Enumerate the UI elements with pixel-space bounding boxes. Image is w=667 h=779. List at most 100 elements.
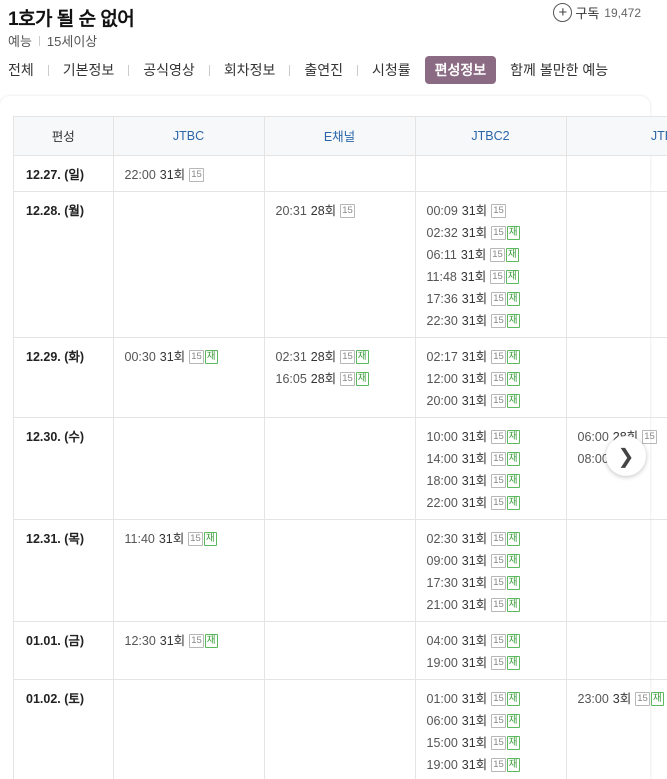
tab-divider <box>128 64 130 76</box>
rerun-badge: 재 <box>650 691 664 706</box>
broadcast-time: 16:05 <box>275 371 307 386</box>
tab-4[interactable]: 출연진 <box>296 56 351 84</box>
schedule-table-container[interactable]: 편성JTBCE채널JTBC2JTBC4 12.27. (일)22:0031회15… <box>13 116 667 779</box>
tab-5[interactable]: 시청률 <box>364 56 419 84</box>
channel-header[interactable]: JTBC4 <box>566 117 667 156</box>
schedule-cell <box>264 621 416 680</box>
broadcast-slot: 11:40 31회 15 재 <box>125 528 264 550</box>
rerun-badge: 재 <box>506 575 520 590</box>
age-badge: 15 <box>491 655 506 670</box>
age-badge: 15 <box>491 575 506 590</box>
broadcast-time: 02:30 <box>426 531 458 546</box>
rerun-badge: 재 <box>505 269 519 284</box>
schedule-cell <box>566 519 667 622</box>
tab-6[interactable]: 편성정보 <box>424 56 497 84</box>
rerun-badge: 재 <box>506 597 520 612</box>
subscribe-button[interactable]: + 구독 19,472 <box>553 3 641 22</box>
rerun-badge: 재 <box>355 371 369 386</box>
broadcast-slot: 17:30 31회 15 재 <box>427 572 566 594</box>
age-rating-label: 15세이상 <box>46 34 98 49</box>
tab-1[interactable]: 기본정보 <box>55 56 123 84</box>
broadcast-time: 20:00 <box>426 393 458 408</box>
schedule-cell <box>264 519 416 622</box>
broadcast-time: 22:00 <box>124 167 156 182</box>
channel-header[interactable]: JTBC <box>113 117 265 156</box>
schedule-date: 12.29. (화) <box>14 337 114 418</box>
tab-bar: 전체 기본정보 공식영상 회차정보 출연진 시청률 편성정보 함께 볼만한 예능 <box>0 56 616 84</box>
rerun-badge: 재 <box>506 757 520 772</box>
broadcast-slot: 00:30 31회 15 재 <box>125 346 264 368</box>
table-row: 12.29. (화) 00:30 31회 15 재 02:31 28회 15 재 16:05 28회… <box>14 337 667 418</box>
channel-header[interactable]: JTBC2 <box>415 117 567 156</box>
rerun-badge: 재 <box>506 451 520 466</box>
schedule-date: 12.31. (목) <box>14 519 114 622</box>
table-row: 12.27. (일) 22:00 31회 15 <box>14 155 667 192</box>
schedule-cell: 02:31 28회 15 재 16:05 28회 15 재 <box>264 337 416 418</box>
episode-number: 31회 <box>461 757 488 772</box>
schedule-cell: 11:40 31회 15 재 <box>113 519 265 622</box>
broadcast-slot: 12:30 31회 15 재 <box>125 630 264 652</box>
tab-3[interactable]: 회차정보 <box>216 56 284 84</box>
broadcast-time: 06:11 <box>426 247 457 262</box>
broadcast-time: 19:00 <box>426 655 458 670</box>
schedule-cell: 12:30 31회 15 재 <box>113 621 265 680</box>
divider <box>38 35 40 46</box>
schedule-cell: 00:09 31회 15 02:32 31회 15 재 06:11 31회 15 재 11:48 31회… <box>415 191 567 338</box>
broadcast-slot: 19:00 31회 15 재 <box>427 652 566 674</box>
broadcast-slot: 12:00 31회 15 재 <box>427 368 566 390</box>
broadcast-slot: 22:00 31회 15 <box>125 164 264 186</box>
age-badge: 15 <box>491 473 506 488</box>
age-badge: 15 <box>189 633 204 648</box>
schedule-cell: 00:30 31회 15 재 <box>113 337 265 418</box>
schedule-cell: 22:00 31회 15 <box>113 155 265 192</box>
scroll-next-button[interactable]: ❯ <box>606 436 646 476</box>
broadcast-time: 06:00 <box>577 429 609 444</box>
rerun-badge: 재 <box>506 713 520 728</box>
schedule-date: 01.01. (금) <box>14 621 114 680</box>
schedule-cell: 23:00 3회 15 재 <box>566 679 667 779</box>
episode-number: 31회 <box>461 473 488 488</box>
episode-number: 3회 <box>612 691 632 706</box>
broadcast-slot: 02:32 31회 15 재 <box>427 222 566 244</box>
episode-number: 31회 <box>159 633 186 648</box>
broadcast-slot: 22:00 31회 15 재 <box>427 492 566 514</box>
genre-label: 예능 <box>8 34 32 49</box>
age-badge: 15 <box>491 349 506 364</box>
broadcast-slot: 21:00 31회 15 재 <box>427 594 566 616</box>
schedule-cell <box>566 337 667 418</box>
broadcast-time: 11:48 <box>426 269 457 284</box>
tab-7[interactable]: 함께 볼만한 예능 <box>502 56 616 84</box>
channel-header[interactable]: E채널 <box>264 117 416 156</box>
broadcast-slot: 00:09 31회 15 <box>427 200 566 222</box>
episode-number: 31회 <box>461 495 488 510</box>
age-badge: 15 <box>491 691 506 706</box>
rerun-badge: 재 <box>506 225 520 240</box>
age-badge: 15 <box>189 167 204 182</box>
broadcast-time: 14:00 <box>426 451 458 466</box>
age-badge: 15 <box>340 203 355 218</box>
broadcast-slot: 06:11 31회 15 재 <box>427 244 566 266</box>
broadcast-time: 15:00 <box>426 735 458 750</box>
schedule-cell <box>264 417 416 520</box>
episode-number: 31회 <box>461 393 488 408</box>
rerun-badge: 재 <box>506 429 520 444</box>
program-header: 1호가 될 순 없어 예능 15세이상 + 구독 19,472 전체 기본정보 공식… <box>0 0 667 96</box>
tab-2[interactable]: 공식영상 <box>135 56 203 84</box>
episode-number: 31회 <box>460 247 487 262</box>
broadcast-time: 08:00 <box>577 451 609 466</box>
broadcast-time: 00:30 <box>124 349 156 364</box>
schedule-cell <box>566 191 667 338</box>
episode-number: 31회 <box>461 575 488 590</box>
episode-number: 28회 <box>310 349 337 364</box>
broadcast-slot: 11:48 31회 15 재 <box>427 266 566 288</box>
episode-number: 31회 <box>461 713 488 728</box>
broadcast-time: 02:32 <box>426 225 458 240</box>
rerun-badge: 재 <box>506 313 520 328</box>
schedule-cell: 04:00 31회 15 재 19:00 31회 15 재 <box>415 621 567 680</box>
broadcast-time: 01:00 <box>426 691 458 706</box>
age-badge: 15 <box>340 371 355 386</box>
program-meta: 예능 15세이상 <box>8 31 97 50</box>
broadcast-slot: 17:36 31회 15 재 <box>427 288 566 310</box>
tab-0[interactable]: 전체 <box>0 56 42 84</box>
schedule-header-label: 편성 <box>14 117 114 156</box>
